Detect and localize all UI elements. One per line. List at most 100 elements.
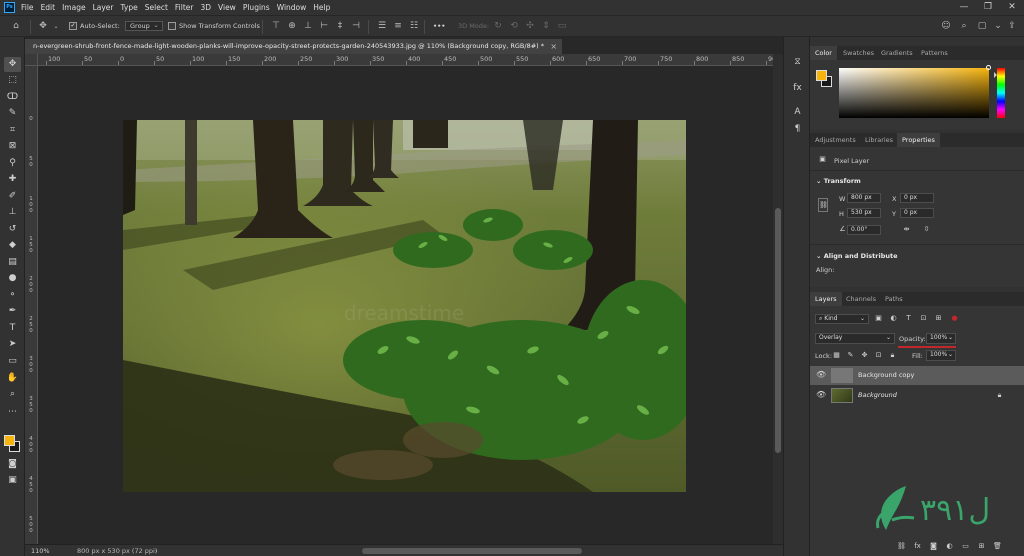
new-layer-icon[interactable]: ⊞: [977, 542, 986, 551]
crop-tool-icon[interactable]: ⌗: [4, 123, 21, 138]
vertical-scroll-thumb[interactable]: [775, 208, 781, 453]
foreground-color-swatch[interactable]: [4, 435, 15, 446]
hue-slider[interactable]: [997, 68, 1005, 118]
layer-name[interactable]: Background copy: [858, 371, 914, 379]
marquee-tool-icon[interactable]: ⬚: [4, 73, 21, 88]
align-vcenter-icon[interactable]: ⊕: [286, 20, 298, 33]
tab-gradients[interactable]: Gradients: [876, 46, 918, 60]
color-picker-cursor[interactable]: [986, 65, 991, 70]
menu-window[interactable]: Window: [277, 3, 307, 12]
eye-icon[interactable]: 👁︎: [816, 370, 826, 380]
3d-orbit-icon[interactable]: ↻: [492, 20, 504, 33]
adjustment-layer-icon[interactable]: ◐: [945, 542, 954, 551]
paragraph-icon[interactable]: ¶: [790, 122, 805, 137]
horizontal-scroll-thumb[interactable]: [362, 548, 582, 554]
document-tab[interactable]: n-evergreen-shrub-front-fence-made-light…: [25, 39, 563, 54]
distribute-vcenter-icon[interactable]: ≡: [392, 20, 404, 33]
flip-horizontal-icon[interactable]: ⇹: [902, 225, 911, 234]
show-transform-checkbox[interactable]: Show Transform Controls: [168, 20, 260, 33]
hue-slider-handle[interactable]: [994, 72, 997, 78]
filter-pixel-icon[interactable]: ▣: [874, 314, 883, 323]
fx-icon[interactable]: fx: [790, 81, 805, 96]
tab-channels[interactable]: Channels: [841, 292, 881, 306]
quick-select-tool-icon[interactable]: ✎: [4, 106, 21, 121]
move-tool-preset-icon[interactable]: ✥: [37, 20, 49, 33]
y-field[interactable]: 0 px: [900, 208, 934, 218]
pen-tool-icon[interactable]: ✒: [4, 304, 21, 319]
menu-select[interactable]: Select: [145, 3, 168, 12]
3d-pan-icon[interactable]: ✣: [524, 20, 536, 33]
3d-roll-icon[interactable]: ⟲: [508, 20, 520, 33]
menu-filter[interactable]: Filter: [175, 3, 194, 12]
workspace-icon[interactable]: ▢: [976, 20, 988, 33]
tab-libraries[interactable]: Libraries: [860, 133, 898, 147]
layer-row-selected[interactable]: 👁︎ Background copy: [810, 366, 1024, 385]
menu-help[interactable]: Help: [313, 3, 330, 12]
tab-adjustments[interactable]: Adjustments: [810, 133, 861, 147]
type-tool-icon[interactable]: T: [4, 321, 21, 336]
zoom-tool-icon[interactable]: ⌕: [4, 387, 21, 402]
3d-slide-icon[interactable]: ⇕: [540, 20, 552, 33]
filter-type-icon[interactable]: T: [904, 314, 913, 323]
path-selection-tool-icon[interactable]: ➤: [4, 337, 21, 352]
history-brush-tool-icon[interactable]: ↺: [4, 222, 21, 237]
screen-mode-icon[interactable]: ▣: [4, 473, 21, 488]
auto-select-target-dropdown[interactable]: Group: [125, 21, 163, 31]
tab-layers[interactable]: Layers: [810, 292, 842, 306]
tab-patterns[interactable]: Patterns: [916, 46, 953, 60]
menu-image[interactable]: Image: [62, 3, 86, 12]
search-user-icon[interactable]: ☺: [940, 20, 952, 33]
tab-color[interactable]: Color: [810, 46, 837, 60]
align-hcenter-icon[interactable]: ‡: [334, 20, 346, 33]
eraser-tool-icon[interactable]: ◆: [4, 238, 21, 253]
delete-layer-icon[interactable]: 🗑︎: [993, 542, 1002, 551]
filter-shape-icon[interactable]: ⊡: [919, 314, 928, 323]
flip-vertical-icon[interactable]: ⇳: [922, 225, 931, 234]
more-options-button[interactable]: •••: [433, 20, 445, 33]
distribute-top-icon[interactable]: ☰: [376, 20, 388, 33]
rectangle-tool-icon[interactable]: ▭: [4, 354, 21, 369]
x-field[interactable]: 0 px: [900, 193, 934, 203]
tab-swatches[interactable]: Swatches: [838, 46, 879, 60]
link-layers-icon[interactable]: ⛓: [897, 542, 906, 551]
angle-field[interactable]: 0.00°: [847, 225, 881, 235]
horizontal-ruler[interactable]: 100 50 0 50 100 150 200 250 300 350 400 450 500 550 60…: [38, 54, 773, 66]
status-arrow-icon[interactable]: ›: [155, 547, 158, 555]
workspace-chevron-icon[interactable]: ⌄: [992, 20, 1004, 33]
menu-type[interactable]: Type: [121, 3, 138, 12]
add-mask-icon[interactable]: ◙: [929, 542, 938, 551]
layer-name[interactable]: Background: [858, 391, 897, 399]
vertical-scrollbar[interactable]: [773, 54, 783, 544]
character-icon[interactable]: A: [790, 105, 805, 120]
dodge-tool-icon[interactable]: ⚬: [4, 288, 21, 303]
gradient-tool-icon[interactable]: ▤: [4, 255, 21, 270]
align-right-icon[interactable]: ⊣: [350, 20, 362, 33]
home-icon[interactable]: ⌂: [10, 20, 22, 33]
fx-layer-style-icon[interactable]: fx: [913, 542, 922, 551]
menu-layer[interactable]: Layer: [93, 3, 114, 12]
width-field[interactable]: 800 px: [847, 193, 881, 203]
distribute-bottom-icon[interactable]: ☷: [408, 20, 420, 33]
vertical-ruler[interactable]: 0 5 0 1 0 0 1 5 0 2 0 0 2 5 0 3 0 0 3 5 0 4 0 0 4…: [25, 66, 38, 544]
share-icon[interactable]: ⇪: [1006, 20, 1018, 33]
lock-artboard-icon[interactable]: ⊡: [874, 351, 883, 360]
auto-select-checkbox[interactable]: ✓ Auto-Select:: [69, 20, 120, 33]
tab-paths[interactable]: Paths: [880, 292, 908, 306]
minimize-button[interactable]: —: [952, 0, 976, 15]
filter-adjustment-icon[interactable]: ◐: [889, 314, 898, 323]
search-icon[interactable]: ⌕: [958, 20, 970, 33]
transform-header[interactable]: ⌄ Transform: [816, 177, 861, 185]
filter-smart-object-icon[interactable]: ⊞: [934, 314, 943, 323]
color-picker-field[interactable]: [839, 68, 989, 118]
align-top-icon[interactable]: ⊤: [270, 20, 282, 33]
history-icon[interactable]: ⧖: [790, 55, 805, 70]
menu-view[interactable]: View: [218, 3, 236, 12]
eye-icon[interactable]: 👁︎: [816, 390, 826, 400]
healing-brush-tool-icon[interactable]: ✚: [4, 172, 21, 187]
close-window-button[interactable]: ✕: [1000, 0, 1024, 15]
frame-tool-icon[interactable]: ⊠: [4, 139, 21, 154]
color-fg-swatch[interactable]: [816, 70, 827, 81]
link-icon[interactable]: ⛓: [818, 198, 828, 212]
height-field[interactable]: 530 px: [847, 208, 881, 218]
close-icon[interactable]: ×: [550, 39, 557, 54]
